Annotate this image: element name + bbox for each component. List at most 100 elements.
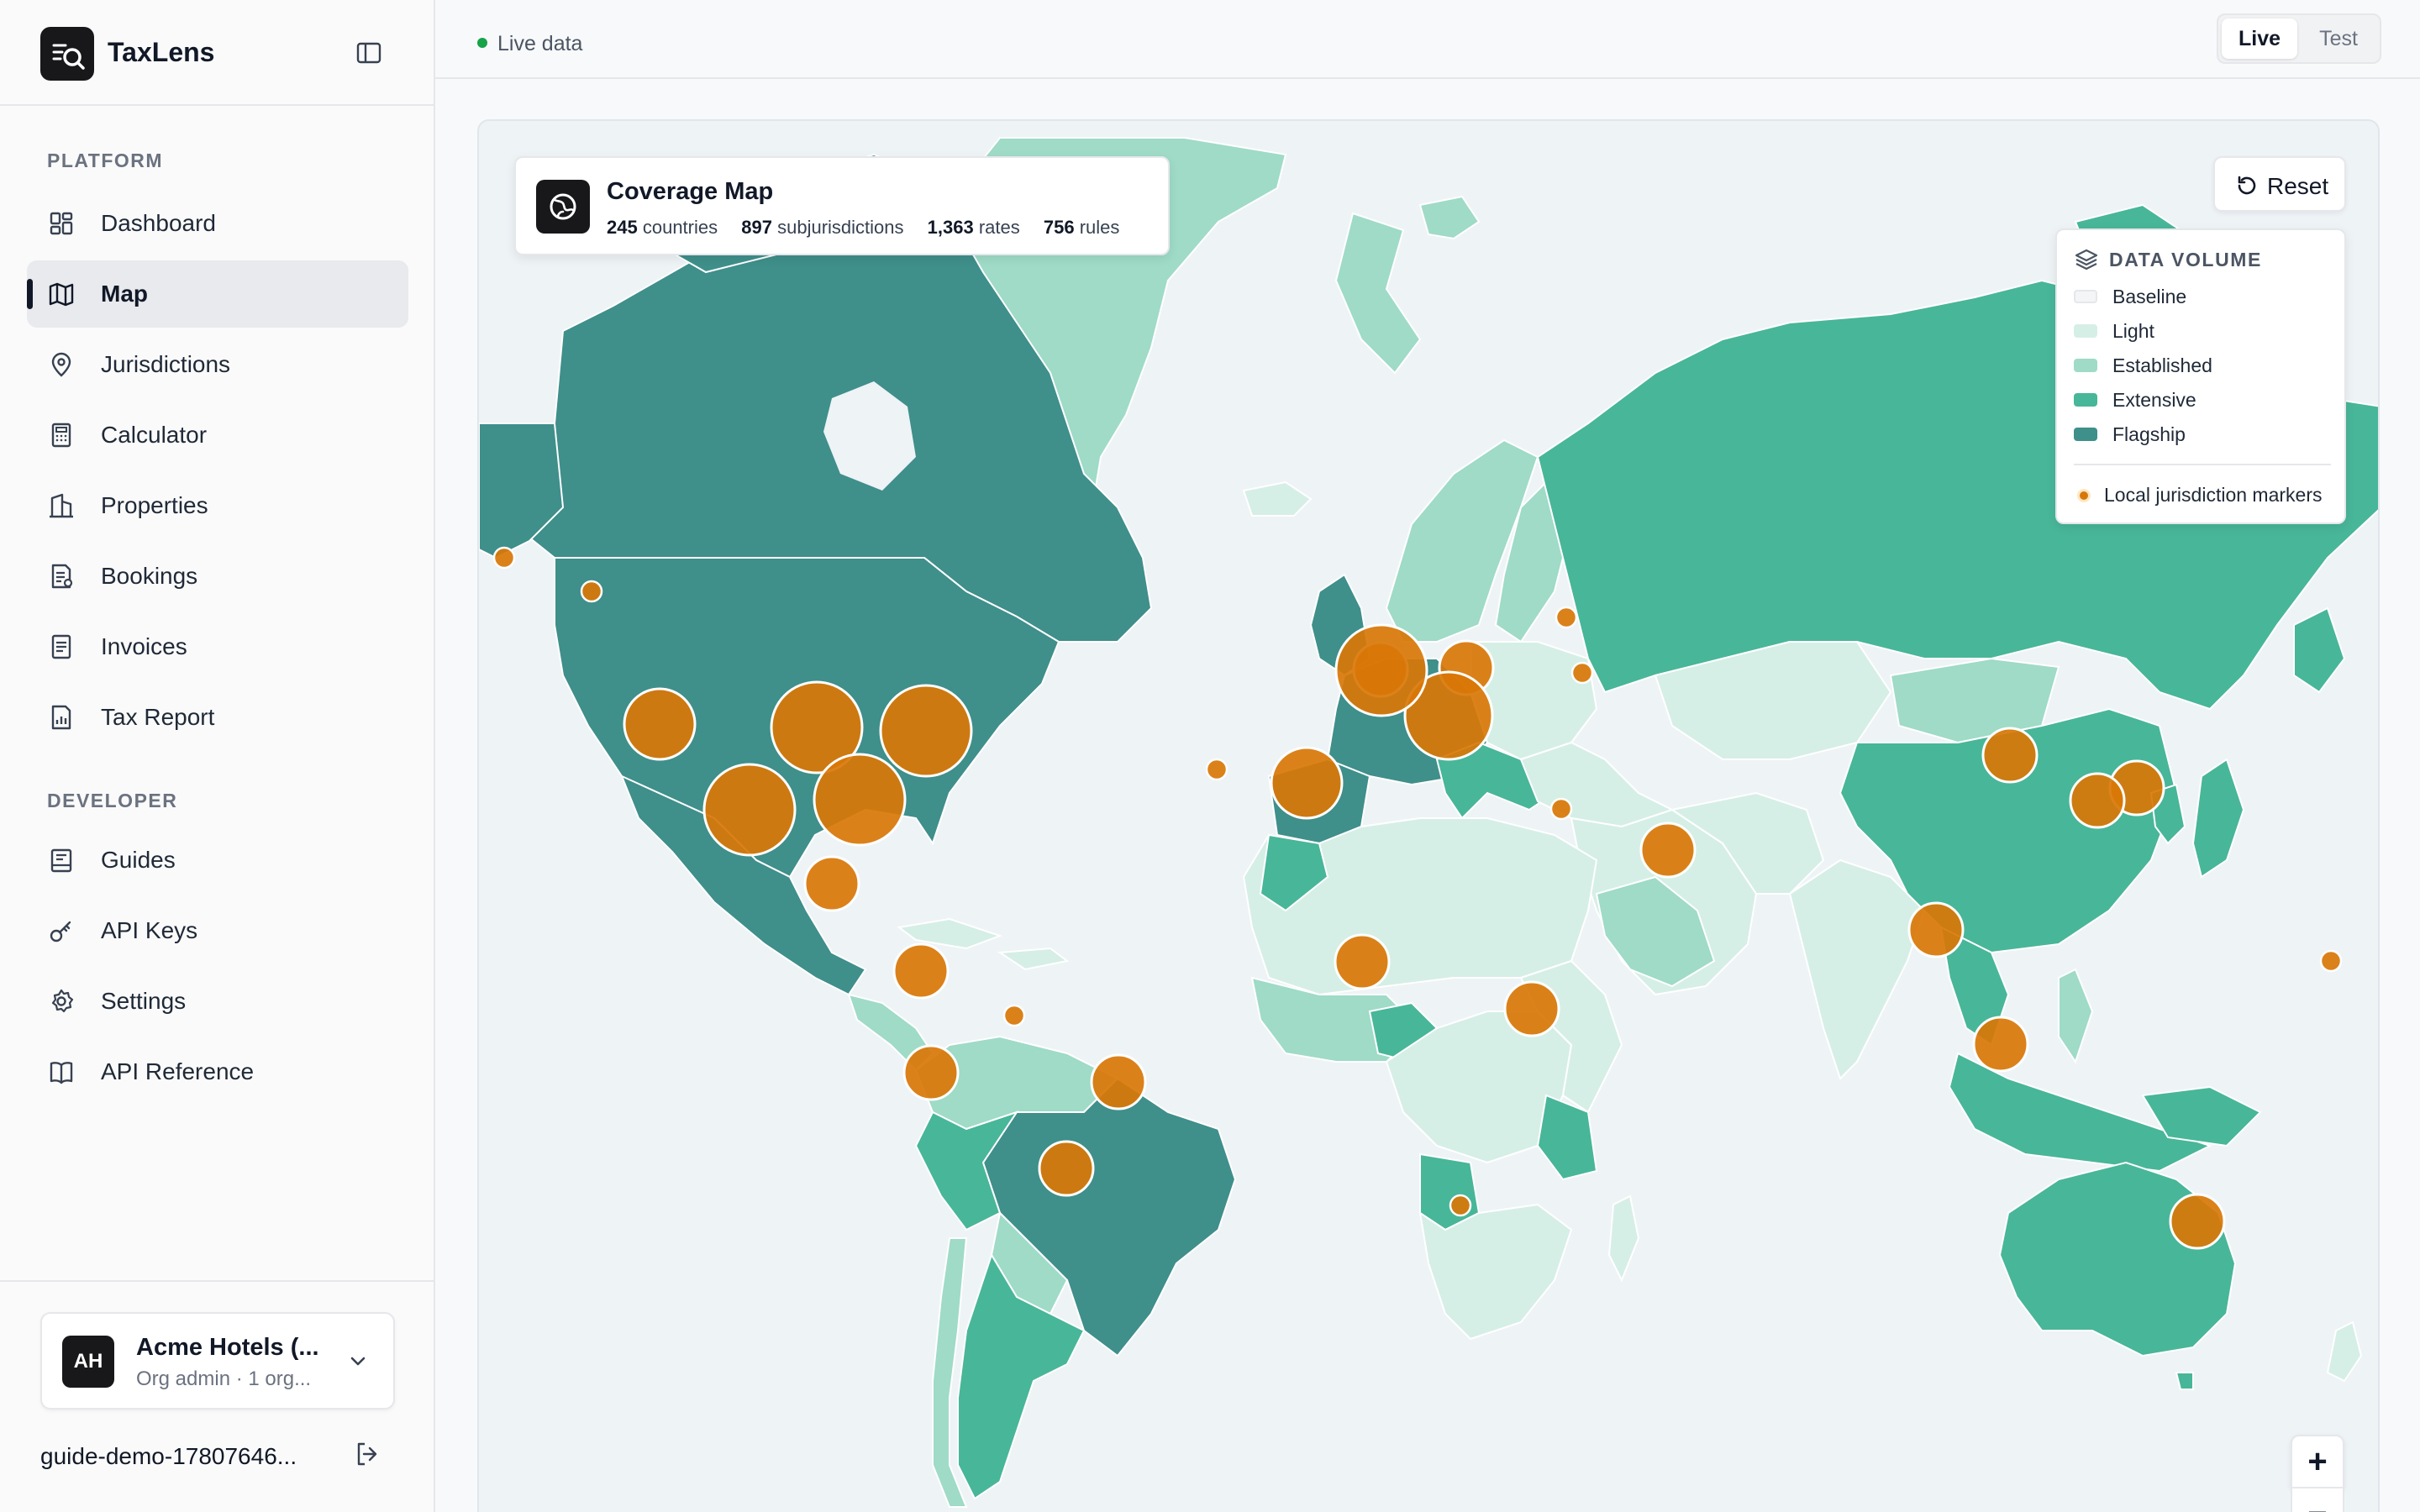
subjurisdictions-label: subjurisdictions <box>777 217 904 238</box>
sidebar-item-api-keys[interactable]: API Keys <box>27 897 408 964</box>
sidebar-item-map[interactable]: Map <box>27 260 408 328</box>
jurisdiction-marker[interactable] <box>1555 606 1578 629</box>
australia <box>1998 1161 2237 1357</box>
jurisdiction-marker[interactable] <box>1334 623 1428 717</box>
sidebar-item-calculator[interactable]: Calculator <box>27 402 408 469</box>
sidebar-toggle-icon[interactable] <box>355 39 383 67</box>
sidebar-item-settings[interactable]: Settings <box>27 968 408 1035</box>
madagascar <box>1607 1194 1640 1283</box>
legend-swatch <box>2074 428 2097 441</box>
legend-divider <box>2074 464 2331 465</box>
legend-label: Light <box>2112 320 2154 342</box>
jurisdiction-marker[interactable] <box>879 684 973 778</box>
svalbard <box>1418 195 1481 240</box>
legend-item-established: Established <box>2074 353 2334 378</box>
taxlens-logo-icon[interactable] <box>40 27 94 81</box>
legend-title: DATA VOLUME <box>2109 249 2262 270</box>
legend-item-light: Light <box>2074 318 2334 344</box>
org-switcher[interactable]: AH Acme Hotels (... Org admin · 1 org... <box>40 1312 395 1410</box>
coverage-map[interactable]: Coverage Map 245 countries 897 subjurisd… <box>477 119 2380 1512</box>
legend-swatch <box>2074 393 2097 407</box>
sidebar-item-properties[interactable]: Properties <box>27 472 408 539</box>
sidebar-item-guides[interactable]: Guides <box>27 827 408 894</box>
jurisdiction-marker[interactable] <box>892 942 950 1000</box>
jurisdiction-marker[interactable] <box>803 855 860 912</box>
jurisdiction-marker[interactable] <box>1981 727 2039 784</box>
legend-item-extensive: Extensive <box>2074 387 2334 412</box>
legend-swatch <box>2074 290 2097 303</box>
nav-section-platform: PLATFORM <box>47 150 164 171</box>
legend-label: Flagship <box>2112 423 2186 445</box>
caribbean <box>997 947 1070 971</box>
sidebar-item-label: Bookings <box>101 563 198 589</box>
countries-label: countries <box>642 217 718 238</box>
layers-icon <box>2075 249 2098 270</box>
sidebar-item-label: Properties <box>101 492 208 518</box>
map-icon <box>49 282 74 307</box>
sidebar-item-jurisdictions[interactable]: Jurisdictions <box>27 331 408 398</box>
jurisdiction-marker[interactable] <box>1038 1140 1095 1197</box>
sidebar-item-label: Dashboard <box>101 210 216 236</box>
jurisdiction-marker[interactable] <box>492 546 516 570</box>
jurisdiction-marker[interactable] <box>1002 1004 1026 1027</box>
philippines <box>2058 968 2094 1064</box>
reset-icon <box>2238 176 2256 195</box>
jurisdiction-marker[interactable] <box>1205 758 1228 781</box>
jurisdiction-marker[interactable] <box>1570 661 1594 685</box>
coverage-stats: 245 countries 897 subjurisdictions 1,363… <box>607 217 1119 239</box>
jurisdiction-marker[interactable] <box>1639 822 1697 879</box>
sidebar-item-label: API Keys <box>101 917 198 943</box>
reset-label: Reset <box>2267 173 2329 199</box>
map-pin-icon <box>51 352 71 377</box>
logout-icon[interactable] <box>353 1440 381 1468</box>
reset-button[interactable]: Reset <box>2213 156 2346 212</box>
jurisdiction-marker[interactable] <box>1270 746 1344 820</box>
book-icon <box>50 1062 73 1084</box>
dashboard-icon <box>50 212 73 235</box>
jurisdiction-marker[interactable] <box>1549 797 1573 821</box>
mode-test-button[interactable]: Test <box>2301 18 2376 59</box>
avatar: AH <box>62 1336 114 1388</box>
jurisdiction-marker[interactable] <box>1907 901 1965 958</box>
jurisdiction-marker[interactable] <box>1090 1053 1147 1110</box>
top-bar: Live data Live Test <box>435 0 2420 79</box>
gear-icon <box>51 989 74 1013</box>
sidebar-item-tax-report[interactable]: Tax Report <box>27 684 408 751</box>
chevron-down-icon <box>350 1357 366 1366</box>
jurisdiction-marker[interactable] <box>623 687 697 761</box>
jurisdiction-marker[interactable] <box>902 1044 960 1101</box>
zoom-out-button[interactable]: − <box>2291 1487 2344 1512</box>
org-name: Acme Hotels (... <box>136 1334 319 1361</box>
legend-item-flagship: Flagship <box>2074 422 2334 447</box>
sidebar-item-api-reference[interactable]: API Reference <box>27 1038 408 1105</box>
sidebar-footer: AH Acme Hotels (... Org admin · 1 org...… <box>0 1280 434 1512</box>
sidebar-item-label: Tax Report <box>101 704 215 730</box>
jurisdiction-marker[interactable] <box>1972 1016 2029 1073</box>
jurisdiction-marker[interactable] <box>580 580 603 603</box>
jurisdiction-marker[interactable] <box>2169 1193 2226 1250</box>
legend-marker-label: Local jurisdiction markers <box>2104 484 2323 506</box>
india <box>1788 858 1926 1080</box>
legend-swatch <box>2074 324 2097 338</box>
sidebar: TaxLens PLATFORM Dashboard Map Jurisdict… <box>0 0 435 1512</box>
jurisdiction-marker[interactable] <box>1334 933 1391 990</box>
jurisdiction-marker[interactable] <box>1449 1194 1472 1217</box>
jurisdiction-marker[interactable] <box>1503 980 1560 1037</box>
legend-label: Extensive <box>2112 389 2196 411</box>
jurisdiction-marker[interactable] <box>2069 772 2126 829</box>
org-role: Org admin · 1 org... <box>136 1368 312 1390</box>
jurisdiction-marker[interactable] <box>813 753 907 847</box>
sidebar-item-dashboard[interactable]: Dashboard <box>27 190 408 257</box>
mode-live-button[interactable]: Live <box>2222 18 2297 59</box>
nav-section-developer: DEVELOPER <box>47 790 178 811</box>
jurisdiction-marker[interactable] <box>2319 949 2343 973</box>
arctic-islands <box>1334 212 1422 375</box>
ukraine-turkey <box>1519 741 1675 828</box>
building-icon <box>50 493 73 518</box>
report-icon <box>51 705 71 730</box>
jurisdiction-marker[interactable] <box>702 763 797 857</box>
sidebar-item-bookings[interactable]: Bookings <box>27 543 408 610</box>
zoom-in-button[interactable]: + <box>2291 1435 2344 1488</box>
sidebar-item-invoices[interactable]: Invoices <box>27 613 408 680</box>
app-name: TaxLens <box>108 37 215 67</box>
